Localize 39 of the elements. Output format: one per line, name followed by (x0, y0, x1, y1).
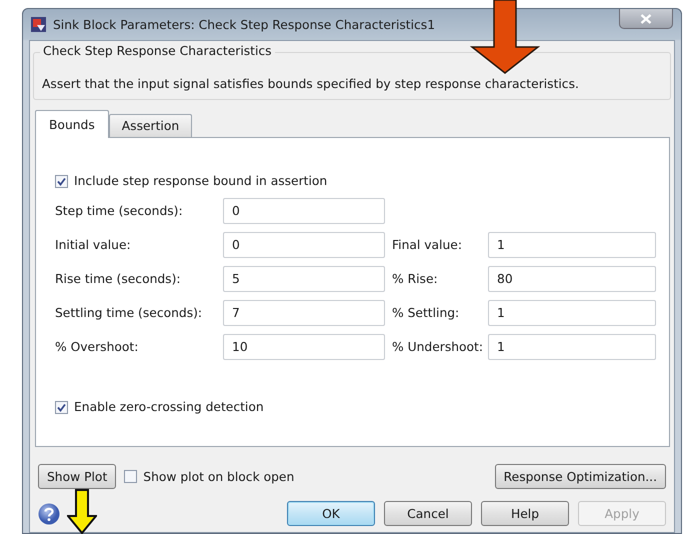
help-icon[interactable] (38, 502, 60, 524)
field-label: Step time (seconds): (55, 204, 184, 218)
input-field[interactable]: 7 (223, 300, 385, 326)
input-field[interactable]: 1 (488, 232, 656, 258)
block-icon (31, 17, 46, 32)
field-label: Settling time (seconds): (55, 306, 204, 320)
field-label: Final value: (392, 238, 463, 252)
dialog-button[interactable]: Help (481, 501, 569, 526)
input-field[interactable]: 5 (223, 266, 385, 292)
close-icon (640, 14, 652, 24)
checkbox-label: Include step response bound in assertion (74, 174, 328, 188)
tab[interactable]: Bounds (35, 110, 109, 138)
checkbox-label: Show plot on block open (143, 470, 294, 484)
window-title: Sink Block Parameters: Check Step Response Characteristics1 (53, 18, 436, 32)
checkbox[interactable] (55, 400, 68, 414)
group-title: Check Step Response Characteristics (40, 44, 275, 58)
response-optimization-button[interactable]: Response Optimization... (494, 464, 666, 489)
close-button[interactable] (619, 9, 673, 29)
tab[interactable]: Assertion (108, 114, 192, 137)
field-label: % Settling: (392, 306, 460, 320)
show-plot-button[interactable]: Show Plot (38, 464, 116, 489)
input-field[interactable]: 0 (223, 198, 385, 224)
field-label: Rise time (seconds): (55, 272, 182, 286)
description: Assert that the input signal satisfies bounds specified by step response characteristics. (42, 77, 580, 91)
annotation-arrow (67, 489, 97, 534)
input-field[interactable]: 1 (488, 300, 656, 326)
input-field[interactable]: 80 (488, 266, 656, 292)
checkbox[interactable] (124, 470, 138, 483)
dialog-button[interactable]: Cancel (384, 501, 472, 526)
input-field[interactable]: 1 (488, 334, 656, 360)
field-label: % Undershoot: (392, 340, 484, 354)
field-label: Initial value: (55, 238, 132, 252)
input-field[interactable]: 0 (223, 232, 385, 258)
checkbox[interactable] (55, 174, 68, 188)
field-label: % Overshoot: (55, 340, 140, 354)
dialog-button[interactable]: OK (287, 501, 375, 526)
input-field[interactable]: 10 (223, 334, 385, 360)
field-label: % Rise: (392, 272, 439, 286)
checkbox-label: Enable zero-crossing detection (74, 400, 264, 414)
